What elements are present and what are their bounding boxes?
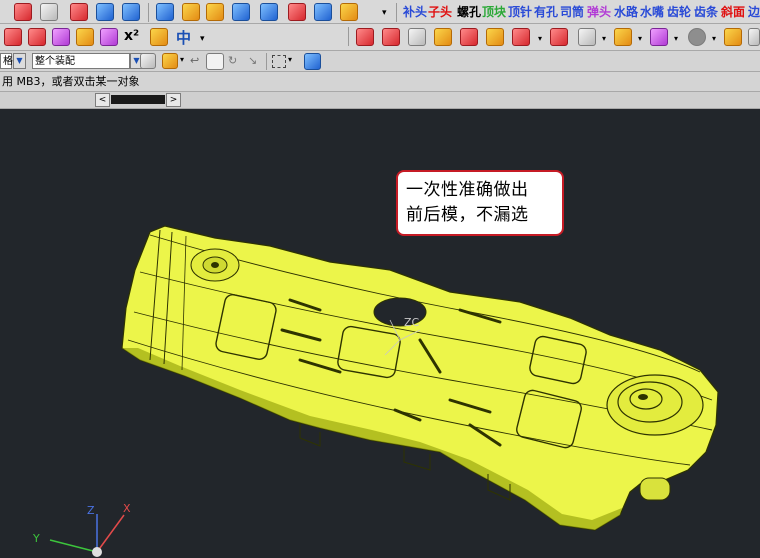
mold-insert-icon[interactable]	[486, 28, 504, 46]
toolbar-top: ▾ 补头 子头 螺孔 顶块 顶针 有孔 司筒 弹头 水路 水嘴 齿轮 齿条 斜面边	[0, 0, 760, 24]
mold-cavity-icon[interactable]	[356, 28, 374, 46]
scroll-thumb[interactable]	[111, 95, 165, 104]
graphics-viewport[interactable]: ZC X Z Y	[0, 109, 760, 558]
resource-scroll: < >	[0, 92, 760, 109]
mold-region-icon[interactable]	[434, 28, 452, 46]
sweep-tool-icon[interactable]	[76, 28, 94, 46]
offset-tool-icon[interactable]	[100, 28, 118, 46]
select-feature-icon[interactable]	[140, 53, 156, 69]
box-select-icon[interactable]	[272, 55, 286, 68]
mold-button-12[interactable]: 斜面	[721, 4, 745, 20]
mold-parting-icon[interactable]	[408, 28, 426, 46]
snap-point-icon[interactable]	[162, 53, 178, 69]
assembly-tool-icon[interactable]	[314, 3, 332, 21]
extrude-tool-icon[interactable]	[28, 28, 46, 46]
mold-pocket-icon[interactable]	[688, 28, 706, 46]
mold-lifter-icon[interactable]	[550, 28, 568, 46]
scroll-left-button[interactable]: <	[95, 93, 110, 107]
edit-tool-icon[interactable]	[14, 3, 32, 21]
mold-button-4[interactable]: 顶针	[508, 4, 532, 20]
cue-line: 用 MB3，或者双击某一对象	[0, 72, 760, 92]
transform-tool-icon[interactable]	[40, 3, 58, 21]
rotate-view-icon[interactable]: ↻	[228, 54, 237, 67]
mold-slider-icon[interactable]	[512, 28, 530, 46]
mold-more-icon[interactable]	[748, 28, 760, 46]
mold-tool-icon[interactable]	[340, 3, 358, 21]
dropdown-2-icon[interactable]: ▾	[602, 34, 606, 43]
selection-bar: 格 ▼ 整个装配 ▼ ▾ ↩ ↻ ↘ ▾	[0, 51, 760, 72]
chinese-input-button[interactable]: 中	[176, 27, 191, 48]
dropdown-3-icon[interactable]: ▾	[638, 34, 642, 43]
mold-base-icon[interactable]	[578, 28, 596, 46]
triad-z-label: Z	[87, 504, 95, 517]
mold-button-2[interactable]: 螺孔	[457, 4, 481, 20]
mold-button-5[interactable]: 有孔	[534, 4, 558, 20]
surface-tool-icon[interactable]	[96, 3, 114, 21]
triad-y-label: Y	[32, 532, 40, 545]
callout-line-2: 前后模，不漏选	[406, 205, 529, 225]
display-mode-icon[interactable]	[304, 53, 321, 70]
revolve-tool-icon[interactable]	[52, 28, 70, 46]
mold-button-8[interactable]: 水路	[614, 4, 638, 20]
mold-patch-icon[interactable]	[460, 28, 478, 46]
scroll-right-button[interactable]: >	[166, 93, 181, 107]
annotation-callout: 一次性准确做出 前后模，不漏选	[396, 170, 564, 236]
snap-dropdown-icon[interactable]: ▾	[180, 55, 184, 64]
view-triad: X Z Y	[32, 502, 131, 557]
sketch-tool-icon[interactable]	[4, 28, 22, 46]
select-solid-icon[interactable]	[206, 53, 224, 70]
toolbar-overflow-2-icon[interactable]: ▾	[200, 34, 205, 44]
layer-tool-icon[interactable]	[260, 3, 278, 21]
mold-button-10[interactable]: 齿轮	[667, 4, 691, 20]
pan-view-icon[interactable]: ↘	[248, 54, 257, 67]
mold-button-13[interactable]: 边	[748, 4, 760, 20]
view-tool-icon[interactable]	[232, 3, 250, 21]
mold-button-6[interactable]: 司筒	[560, 4, 584, 20]
mold-button-7[interactable]: 弹头	[587, 4, 611, 20]
component-tool-icon[interactable]	[288, 3, 306, 21]
mold-gate-icon[interactable]	[650, 28, 668, 46]
wcs-label: ZC	[404, 316, 420, 329]
shape-tool-icon[interactable]	[182, 3, 200, 21]
scope-dropdown[interactable]: 整个装配	[32, 53, 130, 69]
expression-button[interactable]: x²	[124, 28, 139, 44]
dropdown-1-icon[interactable]: ▾	[538, 34, 542, 43]
block-tool-icon[interactable]	[156, 3, 174, 21]
mold-button-1[interactable]: 子头	[428, 4, 452, 20]
mold-button-11[interactable]: 齿条	[694, 4, 718, 20]
feature-tool-icon[interactable]	[70, 3, 88, 21]
dropdown-5-icon[interactable]: ▾	[712, 34, 716, 43]
filter-dropdown[interactable]: 格	[0, 53, 13, 69]
filter-dropdown-arrow-icon[interactable]: ▼	[13, 53, 26, 69]
mold-button-0[interactable]: 补头	[403, 4, 427, 20]
mold-standard-icon[interactable]	[614, 28, 632, 46]
callout-line-1: 一次性准确做出	[406, 180, 529, 200]
measure-tool-icon[interactable]	[150, 28, 168, 46]
mold-button-9[interactable]: 水嘴	[640, 4, 664, 20]
triad-x-label: X	[123, 502, 131, 515]
box-select-dropdown-icon[interactable]: ▾	[288, 55, 292, 64]
curve-tool-icon[interactable]	[206, 3, 224, 21]
toolbar-second: x² 中 ▾ ▾ ▾ ▾ ▾ ▾	[0, 24, 760, 51]
mold-button-3[interactable]: 顶块	[482, 4, 506, 20]
mold-bom-icon[interactable]	[724, 28, 742, 46]
dropdown-4-icon[interactable]: ▾	[674, 34, 678, 43]
body-tool-icon[interactable]	[122, 3, 140, 21]
mold-core-icon[interactable]	[382, 28, 400, 46]
toolbar-overflow-icon[interactable]: ▾	[382, 8, 387, 18]
undo-selection-icon[interactable]: ↩	[190, 54, 199, 67]
